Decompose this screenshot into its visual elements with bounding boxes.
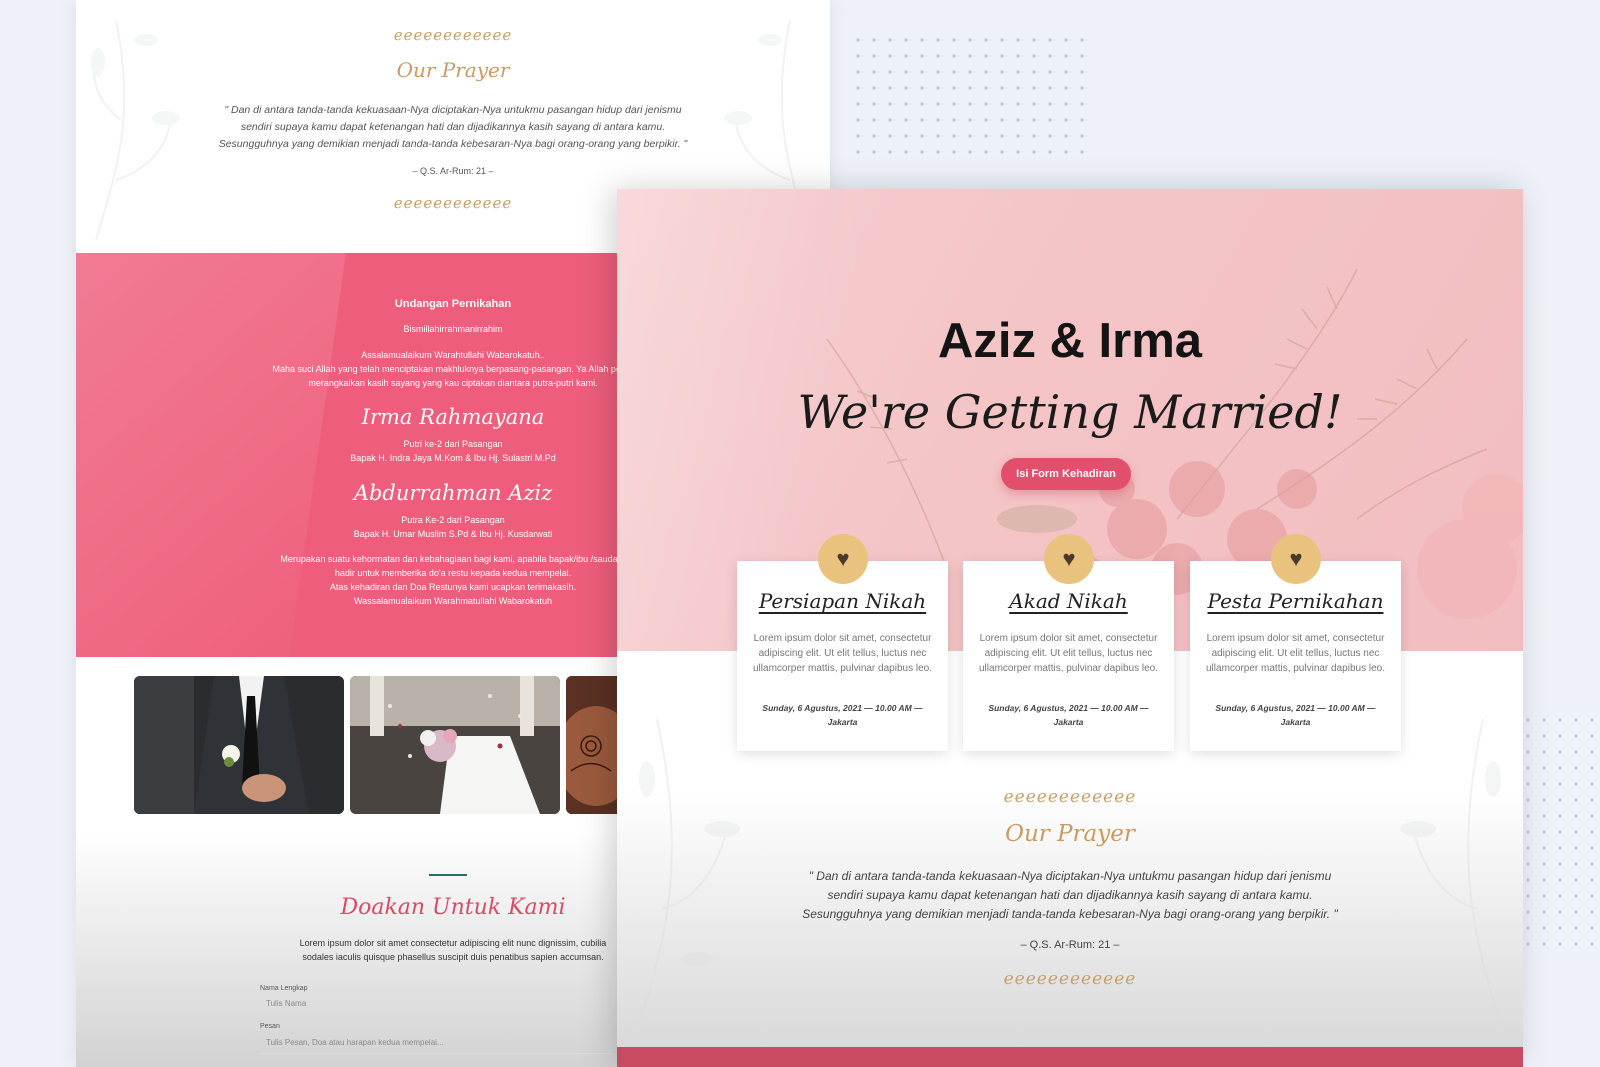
footer-strip [617, 1047, 1523, 1067]
front-prayer-verse-2: sendiri supaya kamu dapat ketenangan hat… [827, 888, 1313, 902]
prayer-verse-line-2: sendiri supaya kamu dapat ketenangan hat… [240, 121, 666, 133]
heart-icon: ♥ [1271, 534, 1321, 584]
gallery-photo-groom[interactable] [134, 676, 344, 814]
event-date-time: Sunday, 6 Agustus, 2021 — 10.00 AM — [988, 703, 1149, 713]
front-prayer-divider-bottom: ℯℯℯℯℯℯℯℯℯℯℯℯ [1003, 969, 1137, 989]
prayer-verse-line-3: Sesungguhnya yang demikian menjadi tanda… [218, 138, 688, 150]
event-location: Jakarta [1053, 717, 1084, 727]
groom-photo-illustration [134, 676, 344, 814]
event-title: Persiapan Nikah [758, 589, 927, 613]
name-label: Nama Lengkap [260, 985, 308, 992]
prayer-source: – Q.S. Ar-Rum: 21 – [412, 166, 494, 176]
event-description: Lorem ipsum dolor sit amet, consectetur … [753, 633, 932, 674]
tagline: We're Getting Married! [797, 385, 1343, 439]
front-prayer-divider-top: ℯℯℯℯℯℯℯℯℯℯℯℯ [1003, 787, 1137, 807]
front-prayer-title: Our Prayer [1005, 821, 1135, 847]
front-prayer-verse-1: " Dan di antara tanda-tanda kekuasaan-Ny… [808, 869, 1332, 883]
name-input[interactable]: Tulis Nama [260, 996, 612, 1015]
prayer-verse-line-1: " Dan di antara tanda-tanda kekuasaan-Ny… [224, 104, 682, 116]
event-title: Pesta Pernikahan [1207, 589, 1384, 613]
front-prayer-source: – Q.S. Ar-Rum: 21 – [1020, 939, 1120, 951]
gallery-photo-bride[interactable] [350, 676, 560, 814]
event-description: Lorem ipsum dolor sit amet, consectetur … [1206, 633, 1385, 674]
event-card-persiapan: ♥ Persiapan Nikah Lorem ipsum dolor sit … [737, 534, 948, 751]
message-input[interactable]: Tulis Pesan, Doa atau harapan kedua memp… [260, 1035, 612, 1054]
front-prayer-verse-3: Sesungguhnya yang demikian menjadi tanda… [802, 907, 1338, 921]
event-description: Lorem ipsum dolor sit amet, consectetur … [979, 633, 1158, 674]
prayer-divider-top: ℯℯℯℯℯℯℯℯℯℯℯℯ [393, 26, 513, 44]
event-date-time: Sunday, 6 Agustus, 2021 — 10.00 AM — [762, 703, 923, 713]
heart-icon: ♥ [818, 534, 868, 584]
couple-names: Aziz & Irma [937, 314, 1203, 368]
event-location: Jakarta [827, 717, 858, 727]
event-card-pesta: ♥ Pesta Pernikahan Lorem ipsum dolor sit… [1190, 534, 1401, 751]
event-date-time: Sunday, 6 Agustus, 2021 — 10.00 AM — [1215, 703, 1376, 713]
front-page: Aziz & Irma We're Getting Married! Isi F… [617, 189, 1523, 1067]
bride-photo-illustration [350, 676, 560, 814]
message-label: Pesan [260, 1023, 280, 1030]
event-title: Akad Nikah [1009, 589, 1128, 613]
section-accent-line [429, 874, 467, 876]
heart-icon: ♥ [1044, 534, 1094, 584]
event-date: Sunday, 6 Agustus, 2021 — 10.00 AM — Jaka… [977, 701, 1160, 729]
event-date: Sunday, 6 Agustus, 2021 — 10.00 AM — Jaka… [1204, 701, 1387, 729]
event-location: Jakarta [1280, 717, 1311, 727]
dot-pattern-right [1520, 712, 1600, 958]
dot-pattern-top [850, 32, 1090, 158]
prayer-title: Our Prayer [396, 58, 510, 82]
event-card-akad: ♥ Akad Nikah Lorem ipsum dolor sit amet,… [963, 534, 1174, 751]
event-date: Sunday, 6 Agustus, 2021 — 10.00 AM — Jaka… [751, 701, 934, 729]
attendance-form-button[interactable]: Isi Form Kehadiran [1001, 458, 1131, 490]
